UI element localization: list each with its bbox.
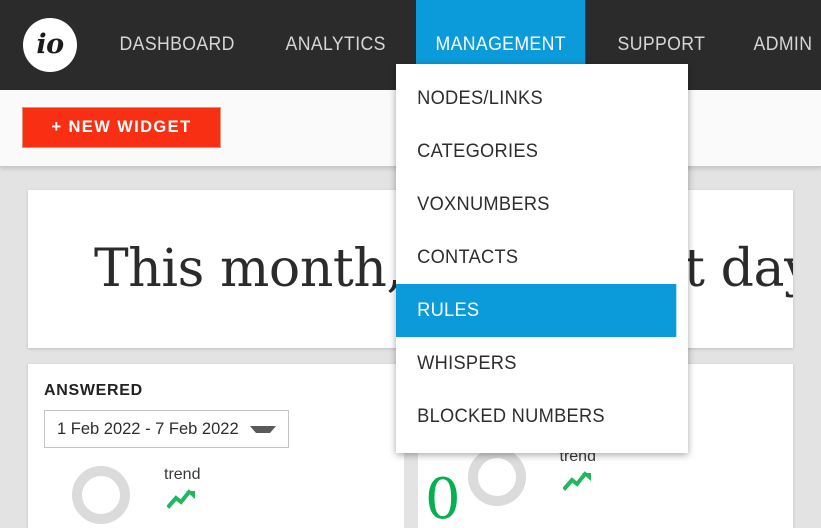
date-range-select-answered[interactable]: 1 Feb 2022 - 7 Feb 2022 — [44, 410, 289, 448]
stat-panel-answered: ANSWERED 1 Feb 2022 - 7 Feb 2022 trend — [28, 364, 404, 528]
metric-row: trend — [44, 466, 404, 524]
menu-item-contacts[interactable]: CONTACTS — [396, 231, 676, 284]
donut-gauge-icon — [467, 448, 526, 506]
trend-up-icon — [167, 489, 196, 509]
nav-item-analytics[interactable]: ANALYTICS — [266, 0, 405, 90]
chevron-down-icon — [250, 425, 276, 433]
menu-item-blocked-numbers[interactable]: BLOCKED NUMBERS — [396, 390, 676, 443]
trend-block: trend — [164, 466, 200, 510]
menu-item-nodes-links[interactable]: NODES/LINKS — [396, 72, 676, 125]
logo[interactable]: io — [0, 0, 100, 90]
management-dropdown-menu: NODES/LINKS CATEGORIES VOXNUMBERS CONTAC… — [396, 64, 688, 453]
logo-text: io — [36, 28, 64, 60]
app-root: io DASHBOARD ANALYTICS MANAGEMENT SUPPOR… — [0, 0, 821, 528]
menu-item-voxnumbers[interactable]: VOXNUMBERS — [396, 178, 676, 231]
logo-circle-icon: io — [23, 18, 77, 72]
nav-item-dashboard[interactable]: DASHBOARD — [100, 0, 254, 90]
menu-item-whispers[interactable]: WHISPERS — [396, 337, 676, 390]
trend-block: trend — [560, 448, 596, 492]
stat-panel-title: ANSWERED — [44, 382, 143, 399]
donut-gauge-icon — [72, 466, 130, 524]
stat-value-zero: 0 — [425, 467, 461, 528]
metric-row: trend — [434, 448, 794, 506]
trend-up-icon — [562, 471, 591, 491]
menu-item-categories[interactable]: CATEGORIES — [396, 125, 676, 178]
new-widget-button[interactable]: + NEW WIDGET — [22, 107, 221, 148]
menu-item-rules[interactable]: RULES — [396, 284, 677, 337]
trend-label: trend — [164, 466, 201, 483]
date-range-value: 1 Feb 2022 - 7 Feb 2022 — [57, 419, 239, 438]
nav-item-admin[interactable]: ADMIN — [734, 0, 821, 90]
